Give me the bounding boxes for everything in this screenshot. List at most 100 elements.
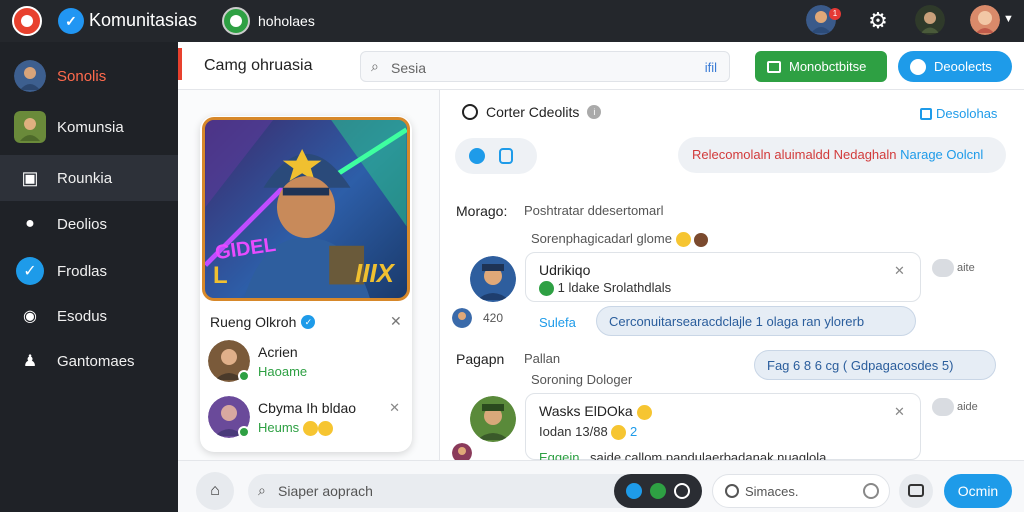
toggle-label: aide bbox=[957, 401, 978, 413]
reply-count: 420 bbox=[483, 311, 504, 325]
view-toggle[interactable] bbox=[455, 138, 537, 174]
nav-label[interactable]: hoholaes bbox=[258, 13, 315, 29]
create-button-label: Monobctbitse bbox=[789, 59, 867, 74]
reply-link[interactable]: Sulefa bbox=[539, 315, 576, 330]
chat-bubble-icon bbox=[910, 58, 926, 75]
sidebar-item-label: Esodus bbox=[57, 307, 108, 325]
camera-icon[interactable] bbox=[899, 474, 933, 508]
deoolects-button-label: Deoolects bbox=[934, 59, 992, 74]
message-subline: 1 ldake Srolathdlals bbox=[539, 280, 672, 297]
app-logo-icon[interactable] bbox=[12, 6, 42, 36]
friend-name: Cbyma Ih bldao bbox=[258, 400, 357, 416]
close-icon[interactable]: ✕ bbox=[894, 263, 905, 279]
sidebar-item-esodus[interactable]: ◉ Esodus bbox=[0, 293, 178, 339]
search-filter-hint[interactable]: ifil bbox=[705, 60, 717, 75]
sidebar-item-rounkia[interactable]: ▣ Rounkia bbox=[0, 155, 187, 201]
friend-status: Haoame bbox=[258, 364, 308, 379]
grin-emoji-icon bbox=[636, 404, 652, 420]
reply-chip[interactable]: Cerconuitarsearacdclajle 1 olaga ran ylo… bbox=[596, 306, 916, 336]
friend-item[interactable]: Cbyma Ih bldao Heums ✕ bbox=[208, 396, 408, 442]
message-subline-num: 2 bbox=[629, 424, 638, 439]
message-avatar[interactable] bbox=[470, 396, 516, 442]
telegram-icon[interactable] bbox=[626, 483, 642, 499]
person-icon: ♟ bbox=[22, 353, 38, 370]
settings-gear-icon[interactable]: ⚙ bbox=[866, 9, 890, 33]
sidebar-item-label: Rounkia bbox=[57, 169, 113, 187]
message-subline-text: 1 ldake Srolathdlals bbox=[557, 280, 672, 295]
online-status-icon bbox=[238, 426, 250, 438]
checkbox-icon bbox=[920, 107, 932, 120]
section-label: Pagapn bbox=[456, 351, 505, 367]
message-icon bbox=[767, 60, 781, 73]
search-input[interactable]: ⌕ Sesia ifil bbox=[360, 51, 730, 82]
toggle-switch[interactable] bbox=[932, 259, 954, 277]
refresh-icon[interactable] bbox=[674, 483, 690, 499]
deoolects-button[interactable]: Deoolects bbox=[898, 51, 1012, 82]
sidebar-item-label: Gantomaes bbox=[57, 352, 135, 370]
home-icon[interactable]: ⌂ bbox=[196, 472, 234, 510]
whatsapp-icon[interactable] bbox=[650, 483, 666, 499]
close-icon[interactable]: ✕ bbox=[390, 313, 402, 330]
header-accent-bar bbox=[178, 48, 182, 80]
sidebar-item-gantomaes[interactable]: ♟ Gantomaes bbox=[0, 338, 178, 384]
game-cover-image[interactable]: GIDEL L IIIX bbox=[202, 117, 410, 301]
smile-emoji-icon bbox=[302, 421, 318, 437]
avatar-emoji-icon bbox=[694, 232, 709, 247]
sidebar-item-label: Komunsia bbox=[57, 118, 124, 136]
location-pin-icon: ◉ bbox=[23, 308, 37, 325]
message-line: Soroning Dologer bbox=[531, 372, 633, 387]
toggle-switch[interactable] bbox=[932, 398, 954, 416]
create-button[interactable]: Monobctbitse bbox=[755, 51, 887, 82]
komunsia-avatar-icon bbox=[14, 111, 46, 143]
profile-menu-chevron-down-icon[interactable]: ▼ bbox=[1003, 13, 1014, 25]
online-status-icon bbox=[238, 370, 250, 382]
message-line: Sorenphagicadarl glome bbox=[531, 231, 709, 248]
sidebar-item-komunsia[interactable]: Komunsia bbox=[0, 104, 178, 150]
message-title-row: Wasks ElDOka bbox=[539, 403, 652, 420]
reaction-chip[interactable]: Fag 6 8 6 cg ( Gdpagacosdes 5) bbox=[754, 350, 996, 380]
message-subline: Iodan 13/88 2 bbox=[539, 424, 638, 441]
message-avatar[interactable] bbox=[470, 256, 516, 302]
search-placeholder: Sesia bbox=[391, 60, 427, 76]
friend-item[interactable]: Acrien Haoame bbox=[208, 340, 408, 386]
chat-icon bbox=[462, 104, 478, 120]
game-title: Rueng Olkroh bbox=[210, 314, 297, 330]
section-sublabel: Poshtratar ddesertomarl bbox=[524, 203, 664, 218]
send-button[interactable]: Ocmin bbox=[944, 474, 1012, 508]
nav-home-icon[interactable] bbox=[222, 7, 250, 35]
grin-emoji-icon bbox=[675, 232, 691, 248]
profile-avatar[interactable] bbox=[970, 5, 1000, 35]
message-subline-text: Iodan 13/88 bbox=[539, 424, 608, 439]
announcement-banner[interactable]: Relecomolaln aluimaldd Nedaghaln Narage … bbox=[678, 137, 1006, 173]
reply-avatar bbox=[452, 308, 472, 328]
search-icon: ⌕ bbox=[258, 482, 266, 498]
smile-emoji-icon bbox=[611, 425, 627, 441]
message-line-text: Sorenphagicadarl glome bbox=[531, 231, 672, 246]
chat-header-link[interactable]: Desolohas bbox=[920, 106, 997, 121]
close-icon[interactable]: ✕ bbox=[389, 400, 400, 416]
chat-header: Corter Cdeolits i bbox=[462, 104, 602, 120]
phone-icon bbox=[499, 148, 513, 164]
message-placeholder: Simaces. bbox=[745, 484, 799, 499]
sidebar-item-deolios[interactable]: ● Deolios bbox=[0, 201, 178, 247]
document-icon: ▣ bbox=[21, 167, 39, 188]
info-icon[interactable]: i bbox=[587, 105, 602, 119]
sidebar-item-frodlas[interactable]: ✓ Frodlas bbox=[0, 248, 178, 294]
chat-bubble-icon bbox=[725, 484, 739, 498]
user-avatar[interactable] bbox=[915, 5, 945, 35]
sidebar-item-sonolis[interactable]: Sonolis bbox=[0, 53, 178, 99]
quick-actions[interactable] bbox=[614, 474, 702, 508]
community-icon[interactable]: ✓ bbox=[58, 8, 84, 34]
section-sublabel: Pallan bbox=[524, 351, 561, 366]
game-art-text-right: IIIX bbox=[355, 258, 395, 288]
emoji-picker-icon[interactable] bbox=[863, 483, 879, 499]
sidebar-item-label: Deolios bbox=[57, 215, 108, 233]
game-title-row: Rueng Olkroh ✓ bbox=[210, 314, 316, 330]
message-title: Wasks ElDOka bbox=[539, 403, 633, 419]
telegram-icon bbox=[469, 148, 485, 164]
message-input[interactable]: Simaces. bbox=[712, 474, 890, 508]
chat-title: Corter Cdeolits bbox=[486, 104, 580, 120]
friend-status: Heums bbox=[258, 420, 333, 437]
close-icon[interactable]: ✕ bbox=[894, 404, 905, 420]
app-title: Komunitasias bbox=[89, 10, 198, 30]
